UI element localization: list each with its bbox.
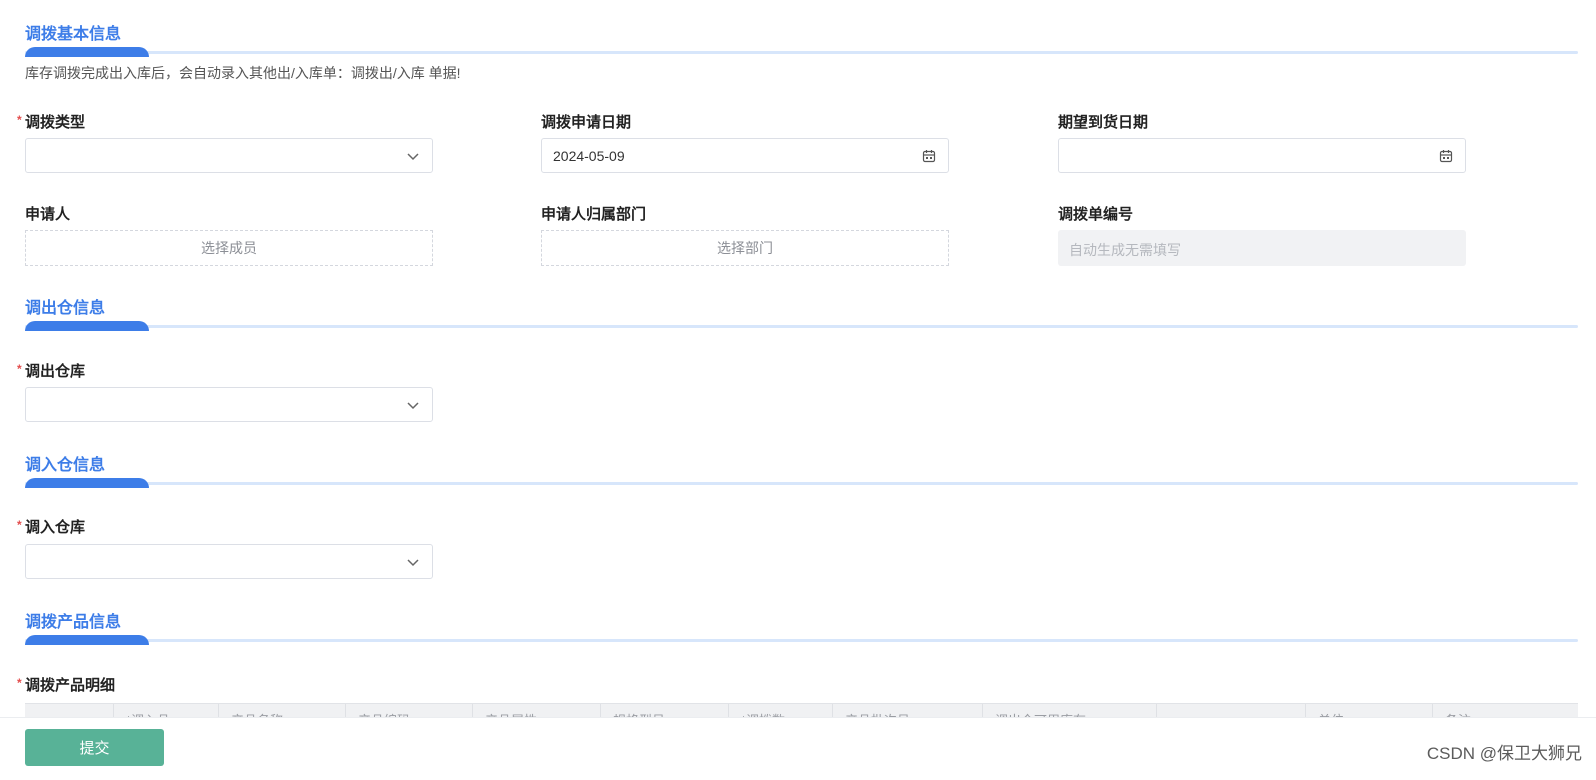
order-number-placeholder: 自动生成无需填写 — [1069, 242, 1181, 258]
section-divider-out — [25, 321, 1578, 333]
applicant-placeholder: 选择成员 — [201, 240, 257, 256]
table-header-cell: 产品属性 — [472, 704, 601, 718]
label-apply-date: 调拨申请日期 — [541, 114, 632, 131]
table-header-cell: 规格型号 — [600, 704, 729, 718]
calendar-icon — [922, 150, 936, 163]
transfer-type-select[interactable] — [25, 138, 433, 173]
in-warehouse-select[interactable] — [25, 544, 433, 579]
label-product-detail: 调拨产品明细 — [25, 677, 116, 694]
table-header-cell — [1156, 704, 1306, 718]
label-in-warehouse: 调入仓库 — [25, 519, 86, 536]
notice-text: 库存调拨完成出入库后，会自动录入其他出/入库单：调拨出/入库 单据! — [25, 65, 461, 81]
label-applicant: 申请人 — [25, 206, 71, 223]
out-warehouse-select[interactable] — [25, 387, 433, 422]
table-header-cell: 备注 — [1432, 704, 1578, 718]
calendar-icon — [1439, 150, 1453, 163]
section-title-in-warehouse: 调入仓信息 — [25, 457, 106, 474]
department-picker[interactable]: 选择部门 — [541, 230, 949, 266]
watermark-text: CSDN @保卫大狮兄 — [1426, 744, 1582, 763]
label-out-warehouse: 调出仓库 — [25, 363, 86, 380]
table-header-cell: 产品编码 — [345, 704, 473, 718]
required-mark: * — [17, 676, 22, 690]
section-title-out-warehouse: 调出仓信息 — [25, 300, 106, 317]
table-header-cell: *调拨数 — [728, 704, 833, 718]
section-title-products: 调拨产品信息 — [25, 614, 122, 631]
label-transfer-type: 调拨类型 — [25, 114, 86, 131]
table-header-cell: 调出仓可用库存 — [982, 704, 1157, 718]
label-order-number: 调拨单编号 — [1058, 206, 1134, 223]
submit-button[interactable]: 提交 — [25, 729, 164, 766]
department-placeholder: 选择部门 — [717, 240, 773, 256]
section-divider-in — [25, 478, 1578, 490]
table-header-cell: 单位 — [1305, 704, 1433, 718]
required-mark: * — [17, 362, 22, 376]
table-header-cell — [25, 704, 113, 718]
section-divider-basic — [25, 47, 1578, 59]
applicant-picker[interactable]: 选择成员 — [25, 230, 433, 266]
required-mark: * — [17, 113, 22, 127]
order-number-field: 自动生成无需填写 — [1058, 230, 1466, 266]
required-mark: * — [17, 518, 22, 532]
apply-date-value: 2024-05-09 — [553, 148, 625, 164]
label-department: 申请人归属部门 — [541, 206, 647, 223]
footer-divider — [0, 717, 1596, 718]
table-header-cell: 产品名称 — [218, 704, 346, 718]
product-table-header: *调入品 产品名称 产品编码 产品属性 规格型号 *调拨数 产品批次号 调出仓可… — [25, 703, 1578, 718]
chevron-down-icon — [407, 153, 419, 161]
chevron-down-icon — [407, 402, 419, 410]
table-header-cell: 产品批次号 — [832, 704, 983, 718]
chevron-down-icon — [407, 559, 419, 567]
table-header-cell: *调入品 — [113, 704, 219, 718]
expected-date-picker[interactable] — [1058, 138, 1466, 173]
apply-date-picker[interactable]: 2024-05-09 — [541, 138, 949, 173]
section-divider-products — [25, 635, 1578, 647]
label-expected-date: 期望到货日期 — [1058, 114, 1149, 131]
section-title-basic: 调拨基本信息 — [25, 26, 122, 43]
